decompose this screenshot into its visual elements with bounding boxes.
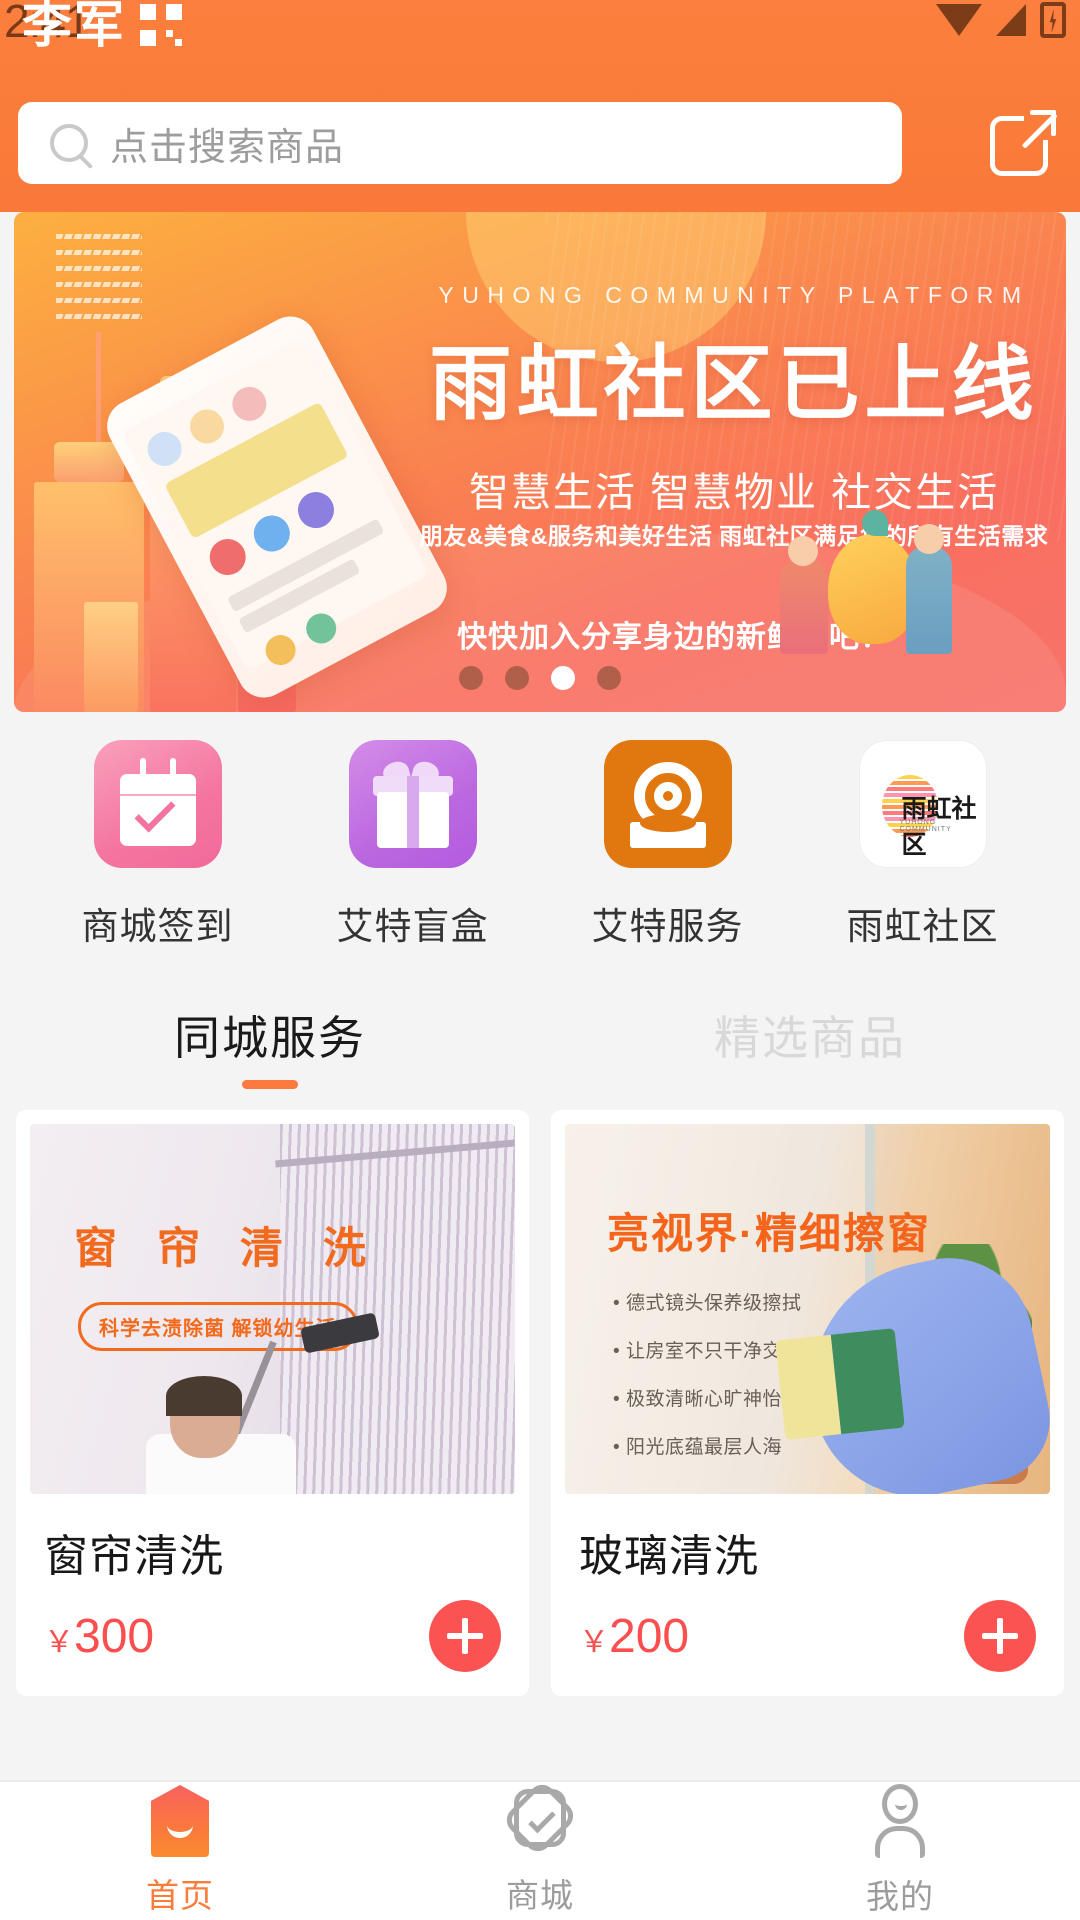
yuhong-logo-icon: 雨虹社区 YUHONG COMMUNITY — [858, 740, 987, 868]
banner-dot-4[interactable] — [597, 666, 621, 690]
tab-active-underline — [782, 1080, 838, 1089]
category-item-checkin[interactable]: 商城签到 — [58, 740, 258, 950]
price-value: 200 — [609, 1609, 690, 1663]
tab-label: 精选商品 — [714, 1011, 906, 1064]
share-external-icon[interactable] — [986, 106, 1058, 180]
banner-eyebrow: YUHONG COMMUNITY PLATFORM — [438, 282, 1030, 308]
signal-icon — [996, 4, 1026, 36]
product-title: 窗帘清洗 — [44, 1532, 224, 1581]
status-bar: 2:41 李军 — [0, 0, 1080, 52]
search-placeholder: 点击搜索商品 — [110, 126, 345, 169]
search-input[interactable]: 点击搜索商品 — [18, 102, 902, 184]
banner-people-illustration — [766, 510, 976, 654]
home-icon — [151, 1785, 209, 1857]
tab-label: 同城服务 — [174, 1011, 366, 1064]
category-label: 雨虹社区 — [846, 906, 999, 947]
product-image: 亮视界·精细擦窗 德式镜头保养级擦拭 让房室不只干净交济净 极致清晰心旷神怡 阳… — [565, 1124, 1050, 1494]
banner-pagination[interactable] — [14, 666, 1066, 690]
product-card[interactable]: 窗 帘 清 洗 科学去渍除菌 解锁幼生活 窗帘清洗 ￥300 — [16, 1110, 529, 1696]
status-icons — [936, 2, 1066, 38]
status-watermark: 李军 — [22, 0, 126, 53]
promo-banner[interactable]: YUHONG COMMUNITY PLATFORM 雨虹社区已上线 智慧生活 智… — [14, 212, 1066, 712]
search-row: 点击搜索商品 — [0, 102, 1080, 192]
nav-item-home[interactable]: 首页 — [0, 1782, 360, 1920]
currency-symbol: ￥ — [579, 1625, 609, 1659]
category-label: 艾特服务 — [591, 906, 744, 947]
nav-label: 首页 — [146, 1877, 214, 1914]
badge-check-icon — [501, 1779, 579, 1857]
category-item-community[interactable]: 雨虹社区 YUHONG COMMUNITY 雨虹社区 — [823, 740, 1023, 950]
product-image: 窗 帘 清 洗 科学去渍除菌 解锁幼生活 — [30, 1124, 515, 1494]
category-item-service[interactable]: 艾特服务 — [568, 740, 768, 950]
search-icon — [50, 124, 88, 162]
tab-featured-goods[interactable]: 精选商品 — [540, 990, 1080, 1100]
tab-active-underline — [242, 1079, 298, 1089]
qr-icon — [140, 4, 182, 46]
gift-box-icon — [348, 740, 477, 868]
plus-icon[interactable] — [964, 1600, 1036, 1672]
product-grid: 窗 帘 清 洗 科学去渍除菌 解锁幼生活 窗帘清洗 ￥300 亮视界·精细擦窗 … — [16, 1110, 1064, 1696]
at-sign-icon — [603, 740, 732, 868]
banner-title: 雨虹社区已上线 — [429, 339, 1039, 430]
banner-dot-3[interactable] — [551, 666, 575, 690]
nav-item-profile[interactable]: 我的 — [720, 1782, 1080, 1920]
plus-icon[interactable] — [429, 1600, 501, 1672]
bottom-navigation: 首页 商城 我的 — [0, 1779, 1080, 1920]
nav-label: 商城 — [506, 1877, 574, 1914]
category-shortcuts: 商城签到 艾特盲盒 艾特服务 雨虹社区 YUHONG COMMUNITY 雨虹社… — [0, 740, 1080, 960]
nav-label: 我的 — [866, 1878, 934, 1915]
product-footer: ￥200 — [565, 1584, 1050, 1696]
category-label: 商城签到 — [81, 906, 234, 947]
product-card[interactable]: 亮视界·精细擦窗 德式镜头保养级擦拭 让房室不只干净交济净 极致清晰心旷神怡 阳… — [551, 1110, 1064, 1696]
product-image-title: 亮视界·精细擦窗 — [607, 1210, 931, 1257]
category-item-blindbox[interactable]: 艾特盲盒 — [313, 740, 513, 950]
product-title: 玻璃清洗 — [579, 1532, 759, 1581]
product-price: ￥200 — [579, 1609, 689, 1664]
wifi-icon — [936, 4, 982, 36]
currency-symbol: ￥ — [44, 1625, 74, 1659]
user-icon — [869, 1784, 931, 1858]
banner-dot-1[interactable] — [459, 666, 483, 690]
calendar-check-icon — [93, 740, 222, 868]
app-root: 2:41 李军 点击搜索商品 YUHONG COMMUNITY PLATFORM… — [0, 0, 1080, 1920]
app-header: 2:41 李军 点击搜索商品 — [0, 0, 1080, 212]
banner-dot-2[interactable] — [505, 666, 529, 690]
banner-subtitle: 智慧生活 智慧物业 社交生活 — [468, 471, 1000, 515]
product-footer: ￥300 — [30, 1584, 515, 1696]
tab-local-service[interactable]: 同城服务 — [0, 990, 540, 1100]
battery-charging-icon — [1040, 2, 1066, 38]
content-tabs: 同城服务 精选商品 — [0, 990, 1080, 1100]
nav-item-mall[interactable]: 商城 — [360, 1779, 720, 1920]
price-value: 300 — [74, 1609, 155, 1663]
category-label: 艾特盲盒 — [336, 906, 489, 947]
product-price: ￥300 — [44, 1609, 154, 1664]
product-image-title: 窗 帘 清 洗 — [74, 1225, 380, 1273]
